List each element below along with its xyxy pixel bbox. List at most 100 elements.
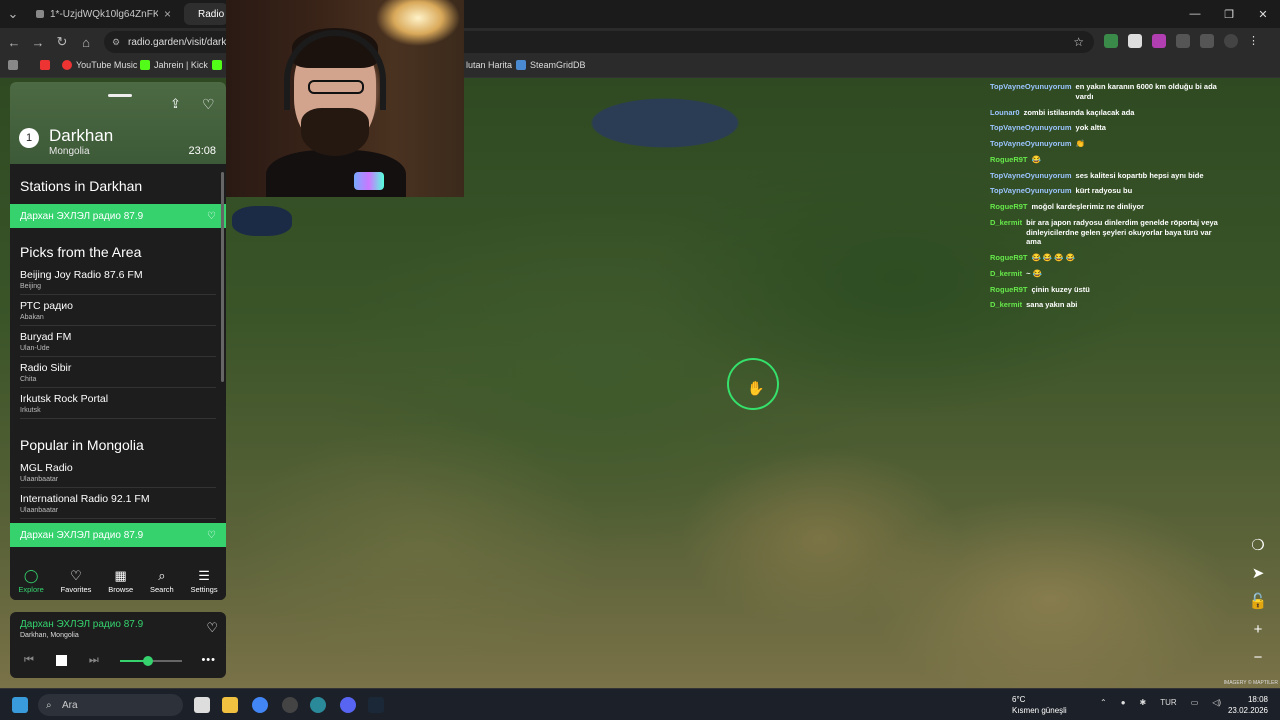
language-indicator[interactable]: TUR (1160, 698, 1176, 707)
tab-2[interactable]: Radio (184, 3, 228, 25)
now-playing-heart-icon[interactable]: ♡ (206, 620, 218, 636)
bookmark-label: Jahrein | Kick (154, 60, 208, 70)
station-city: Ulaanbaatar (20, 507, 59, 514)
bookmark-label: lutan Harita (466, 60, 513, 70)
chat-message: RogueR9T 😂 😂 😂 😂 (990, 253, 1220, 263)
chat-username: Lounar0 (990, 107, 1020, 117)
tab-1[interactable]: 1*-UzjdWQk10lg64ZnFKhj3g.p × (28, 3, 180, 25)
lock-icon[interactable]: 🔓 (1246, 590, 1270, 612)
extension-diamond-icon[interactable] (1128, 34, 1142, 48)
nav-search[interactable]: ⌕ Search (150, 560, 174, 600)
taskbar-clock[interactable]: 18:08 23.02.2026 (1228, 694, 1268, 716)
now-playing-station[interactable]: Дархан ЭХЛЭЛ радио 87.9 (20, 619, 143, 630)
country-name: Mongolia (49, 146, 90, 157)
extensions-puzzle-icon[interactable] (1176, 34, 1190, 48)
station-name: Buryad FM (20, 331, 72, 343)
station-list-item[interactable]: РТС радио Abakan (20, 295, 216, 326)
nav-favorites[interactable]: ♡ Favorites (61, 560, 92, 600)
balloon-icon[interactable]: ❍ (1246, 534, 1270, 556)
back-icon[interactable]: ← (5, 33, 23, 51)
bookmark-label: SteamGridDB (530, 60, 586, 70)
task-view-icon[interactable] (194, 697, 210, 713)
station-list-item[interactable]: Irkutsk Rock Portal Irkutsk (20, 388, 216, 419)
steam-icon[interactable] (368, 697, 384, 713)
locate-me-icon[interactable]: ➤ (1246, 562, 1270, 584)
site-info-icon[interactable]: ⚙ (112, 37, 120, 48)
network-icon[interactable]: ▭ (1191, 698, 1199, 707)
nav-label: Settings (190, 585, 218, 594)
chat-text: zombi istilasında kaçılacak ada (1023, 107, 1135, 117)
bookmark-lutan-harita[interactable]: lutan Harita (466, 60, 512, 70)
nav-explore[interactable]: ◯ Explore (18, 560, 43, 600)
sidebar-scrollbar[interactable] (221, 172, 224, 382)
clock-time: 18:08 (1247, 695, 1268, 704)
file-explorer-icon[interactable] (222, 697, 238, 713)
station-city: Ulan-Ude (20, 345, 50, 352)
bookmark-star-icon[interactable]: ☆ (1073, 35, 1084, 49)
reload-icon[interactable]: ↻ (53, 33, 71, 51)
map-attribution: IMAGERY © MAPTILER (1223, 680, 1278, 686)
app-icon-2[interactable] (310, 697, 326, 713)
tray-bluetooth-icon[interactable]: ✱ (1140, 698, 1147, 707)
station-city: Chita (20, 376, 37, 383)
station-list-item[interactable]: MGL Radio Ulaanbaatar (20, 457, 216, 488)
tab-favicon-icon (36, 10, 44, 18)
stop-icon[interactable] (55, 655, 67, 666)
extension-pink-icon[interactable] (1152, 34, 1166, 48)
bookmark-kick-icon[interactable] (212, 60, 222, 70)
zoom-out-icon[interactable]: − (1246, 646, 1270, 668)
more-options-icon[interactable]: ••• (201, 654, 216, 666)
bookmark-jahrein-kick[interactable]: Jahrein | Kick (140, 60, 208, 70)
bookmark-steamgriddb[interactable]: SteamGridDB (516, 60, 586, 70)
chat-message: TopVayneOyunuyorum kürt radyosu bu (990, 186, 1220, 196)
weather-widget[interactable]: 6°C Kısmen güneşli (992, 694, 1067, 716)
tab-search-icon[interactable]: ⌄ (4, 5, 22, 23)
chat-message: D_kermit ~ 😂 (990, 269, 1220, 279)
chrome-icon[interactable] (252, 697, 268, 713)
volume-icon[interactable]: ◁) (1212, 698, 1221, 707)
restore-icon[interactable]: ❐ (1212, 0, 1246, 28)
station-heart-icon[interactable]: ♡ (207, 530, 216, 541)
favorite-location-heart-icon[interactable]: ♡ (202, 96, 215, 113)
tray-chevron-icon[interactable]: ⌃ (1100, 698, 1107, 707)
popular-highlighted-station[interactable]: Дархан ЭХЛЭЛ радио 87.9 ♡ (10, 523, 226, 547)
bookmark-youtube-music[interactable]: YouTube Music (62, 60, 137, 70)
station-list-item[interactable]: Buryad FM Ulan-Ude (20, 326, 216, 357)
start-icon[interactable] (12, 697, 28, 713)
station-list-item[interactable]: Beijing Joy Radio 87.6 FM Beijing (20, 264, 216, 295)
bookmark-youtube-icon[interactable] (40, 60, 50, 70)
extension-shield-icon[interactable] (1104, 34, 1118, 48)
previous-icon[interactable]: ⏮ (24, 654, 34, 667)
forward-icon[interactable]: → (29, 33, 47, 51)
station-heart-icon[interactable]: ♡ (207, 211, 216, 222)
nav-label: Favorites (60, 585, 92, 594)
next-icon[interactable]: ⏭ (89, 654, 99, 667)
volume-slider[interactable] (120, 656, 182, 666)
profile-avatar-icon[interactable] (1224, 34, 1238, 48)
nav-label: Browse (108, 585, 134, 594)
zoom-in-icon[interactable]: + (1246, 618, 1270, 640)
station-list-item[interactable]: Radio Sibir Chita (20, 357, 216, 388)
station-name: International Radio 92.1 FM (20, 493, 150, 505)
nav-browse[interactable]: ▦ Browse (108, 560, 133, 600)
tab-close-icon[interactable]: × (164, 7, 171, 21)
close-window-icon[interactable]: ✕ (1246, 0, 1280, 28)
chat-username: RogueR9T (990, 284, 1028, 294)
nav-settings[interactable]: ☰ Settings (191, 560, 218, 600)
discord-icon[interactable] (340, 697, 356, 713)
share-icon[interactable]: ⇪ (170, 96, 181, 112)
home-icon[interactable]: ⌂ (77, 33, 95, 51)
minimize-icon[interactable]: — (1178, 0, 1212, 28)
chat-text: 😂 (1031, 154, 1041, 164)
taskbar-search-input[interactable]: ⌕ Ara (38, 694, 183, 716)
media-control-icon[interactable] (1200, 34, 1214, 48)
station-list-item[interactable]: International Radio 92.1 FM Ulaanbaatar (20, 488, 216, 519)
tray-app-icon[interactable]: ● (1121, 698, 1126, 707)
apps-grid-icon[interactable] (8, 60, 18, 70)
browser-menu-icon[interactable]: ⋮ (1248, 34, 1262, 48)
volume-knob[interactable] (142, 656, 153, 666)
nav-label: Search (149, 585, 174, 594)
highlighted-station[interactable]: Дархан ЭХЛЭЛ радио 87.9 ♡ (10, 204, 226, 228)
app-icon[interactable] (282, 697, 298, 713)
drag-handle[interactable] (108, 94, 132, 97)
